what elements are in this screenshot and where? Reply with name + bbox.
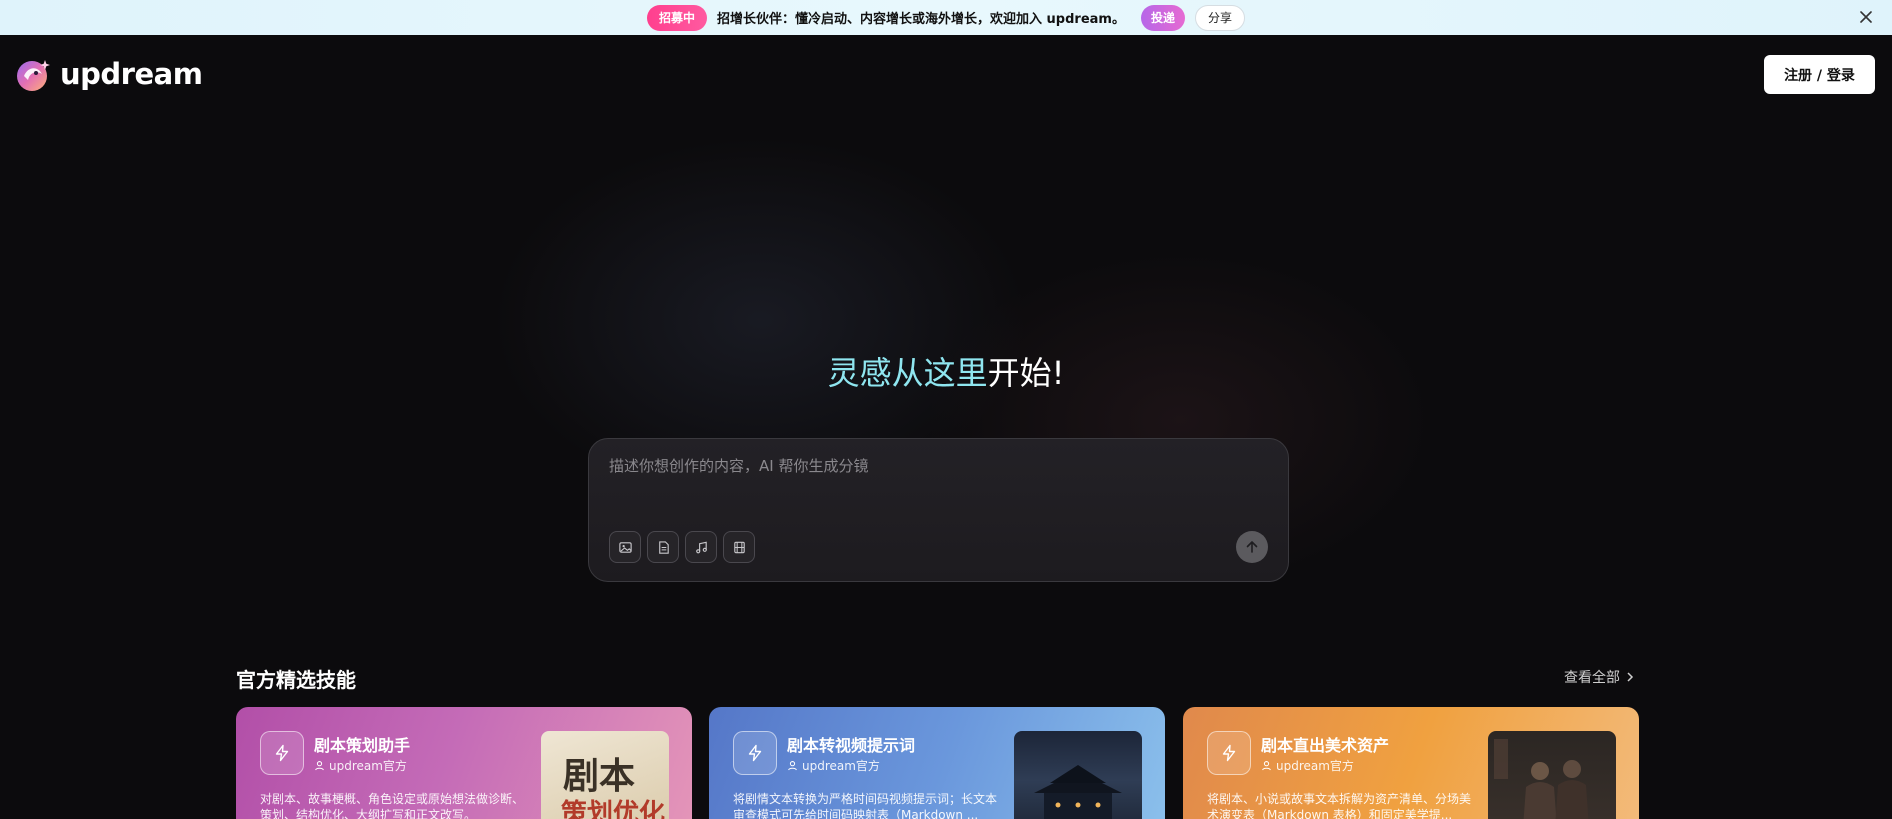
hero-title-accent: 灵感从这里 [827, 354, 988, 392]
card-author-name: updream官方 [802, 759, 880, 773]
card-title: 剧本策划助手 [314, 736, 411, 755]
card-title: 剧本转视频提示词 [787, 736, 916, 755]
card-thumbnail [1014, 731, 1142, 819]
announcement-banner: 招募中 招增长伙伴：懂冷启动、内容增长或海外增长，欢迎加入 updream。 投… [0, 0, 1892, 35]
image-upload-button[interactable] [609, 531, 641, 563]
card-thumbnail: 剧本 策划优化 [541, 731, 669, 819]
logo-icon [17, 60, 50, 91]
skill-card[interactable]: 剧本直出美术资产 updream官方 将剧本、小说或故事文本拆解为资产清单、分场… [1183, 707, 1639, 819]
submit-button[interactable]: 投递 [1140, 4, 1185, 31]
prompt-input[interactable] [609, 457, 1249, 475]
image-upload-icon [618, 541, 632, 553]
background-glow [0, 0, 1892, 819]
send-button[interactable] [1236, 531, 1268, 563]
section-title: 官方精选技能 [236, 668, 356, 692]
logo[interactable]: updream [14, 54, 203, 94]
music-button[interactable] [685, 531, 717, 563]
thumb-subtitle: 策划优化 [561, 799, 666, 819]
film-icon [733, 541, 745, 553]
logo-text: updream [60, 57, 203, 91]
card-author-name: updream官方 [329, 759, 407, 773]
temple-night-image [1034, 765, 1122, 819]
card-author-name: updream官方 [1276, 759, 1354, 773]
card-description: 对剧本、故事梗概、角色设定或原始想法做诊断、策划、结构优化、大纲扩写和正文改写。 [260, 792, 525, 819]
arrow-up-icon [1246, 541, 1258, 553]
card-thumbnail [1488, 731, 1616, 819]
lightning-icon [733, 731, 777, 775]
character-art-image [1494, 739, 1589, 819]
card-author: updream官方 [787, 757, 880, 774]
card-author: updream官方 [314, 757, 407, 774]
banner-text: 招增长伙伴：懂冷启动、内容增长或海外增长，欢迎加入 updream。 [717, 12, 1125, 27]
card-description: 将剧本、小说或故事文本拆解为资产清单、分场美术演变表（Markdown 表格）和… [1207, 792, 1472, 819]
thumb-title: 剧本 [563, 755, 636, 797]
card-description: 将剧情文本转换为严格时间码视频提示词；长文本审查模式可先给时间码映射表（Mark… [733, 792, 998, 819]
music-icon [695, 541, 707, 553]
user-icon [788, 761, 797, 771]
hero-title-rest: 开始! [987, 354, 1065, 392]
document-button[interactable] [647, 531, 679, 563]
hiring-badge: 招募中 [647, 4, 708, 31]
hero-title: 灵感从这里开始! [0, 348, 1892, 394]
chevron-right-icon [1627, 672, 1634, 682]
film-button[interactable] [723, 531, 755, 563]
view-all-link[interactable]: 查看全部 [1564, 667, 1634, 687]
card-title: 剧本直出美术资产 [1261, 736, 1390, 755]
lightning-icon [1207, 731, 1251, 775]
share-button[interactable]: 分享 [1194, 4, 1245, 31]
prompt-box [588, 438, 1289, 582]
view-all-label: 查看全部 [1564, 670, 1620, 686]
tool-row [609, 531, 755, 563]
lightning-icon [260, 731, 304, 775]
login-button[interactable]: 注册 / 登录 [1764, 55, 1875, 94]
document-icon [658, 540, 669, 554]
skill-card[interactable]: 剧本转视频提示词 updream官方 将剧情文本转换为严格时间码视频提示词；长文… [709, 707, 1165, 819]
user-icon [315, 761, 324, 771]
close-icon[interactable] [1856, 7, 1876, 27]
skill-card[interactable]: 剧本策划助手 updream官方 对剧本、故事梗概、角色设定或原始想法做诊断、策… [236, 707, 692, 819]
user-icon [1262, 761, 1271, 771]
card-author: updream官方 [1261, 757, 1354, 774]
